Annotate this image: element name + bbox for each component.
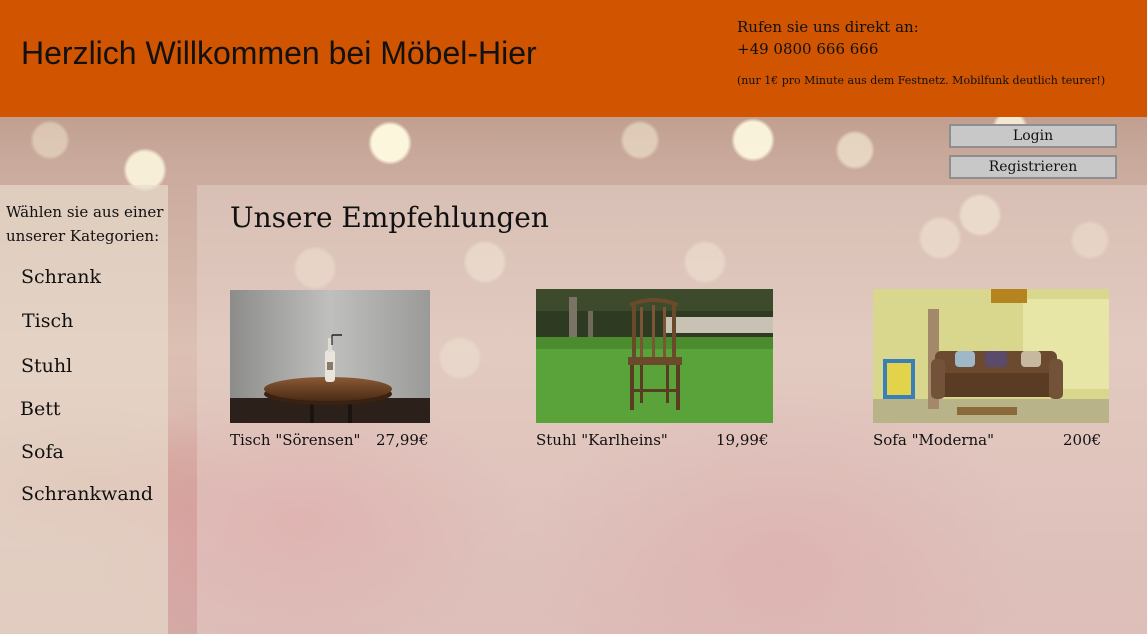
product-name[interactable]: Tisch "Sörensen": [230, 431, 360, 449]
sidebar-intro: Wählen sie aus einer unserer Kategorien:: [6, 203, 164, 245]
product-card-stuhl[interactable]: Stuhl "Karlheins" 19,99€: [536, 289, 776, 459]
category-item-schrank[interactable]: Schrank: [21, 266, 101, 288]
site-header: Herzlich Willkommen bei Möbel-Hier Rufen…: [0, 0, 1147, 117]
product-name[interactable]: Stuhl "Karlheins": [536, 431, 668, 449]
product-price: 19,99€: [716, 431, 769, 449]
contact-label: Rufen sie uns direkt an:: [737, 18, 919, 36]
recommendations-title: Unsere Empfehlungen: [230, 201, 549, 234]
product-price: 200€: [1063, 431, 1102, 449]
auth-buttons: Login Registrieren: [949, 124, 1117, 179]
category-sidebar: Wählen sie aus einer unserer Kategorien:…: [0, 185, 168, 634]
brown-sofa-living-room-image[interactable]: [873, 289, 1109, 423]
login-button[interactable]: Login: [949, 124, 1117, 148]
category-item-bett[interactable]: Bett: [20, 398, 60, 420]
round-table-with-bottle-image[interactable]: [230, 290, 430, 423]
main-content: Unsere Empfehlungen Tisch "Sörensen" 27,…: [197, 185, 1147, 634]
category-item-stuhl[interactable]: Stuhl: [21, 355, 72, 377]
product-card-tisch[interactable]: Tisch "Sörensen" 27,99€: [230, 290, 430, 460]
category-item-sofa[interactable]: Sofa: [21, 441, 64, 463]
category-item-schrankwand[interactable]: Schrankwand: [21, 483, 153, 505]
register-button[interactable]: Registrieren: [949, 155, 1117, 179]
category-item-tisch[interactable]: Tisch: [22, 310, 73, 332]
phone-number[interactable]: +49 0800 666 666: [737, 38, 1137, 60]
pricing-note: (nur 1€ pro Minute aus dem Festnetz. Mob…: [737, 74, 1106, 87]
product-card-sofa[interactable]: Sofa "Moderna" 200€: [873, 289, 1113, 459]
contact-info: Rufen sie uns direkt an: +49 0800 666 66…: [737, 16, 1137, 87]
product-name[interactable]: Sofa "Moderna": [873, 431, 994, 449]
wooden-chair-on-lawn-image[interactable]: [536, 289, 773, 423]
site-title: Herzlich Willkommen bei Möbel-Hier: [21, 35, 537, 71]
product-price: 27,99€: [376, 431, 429, 449]
